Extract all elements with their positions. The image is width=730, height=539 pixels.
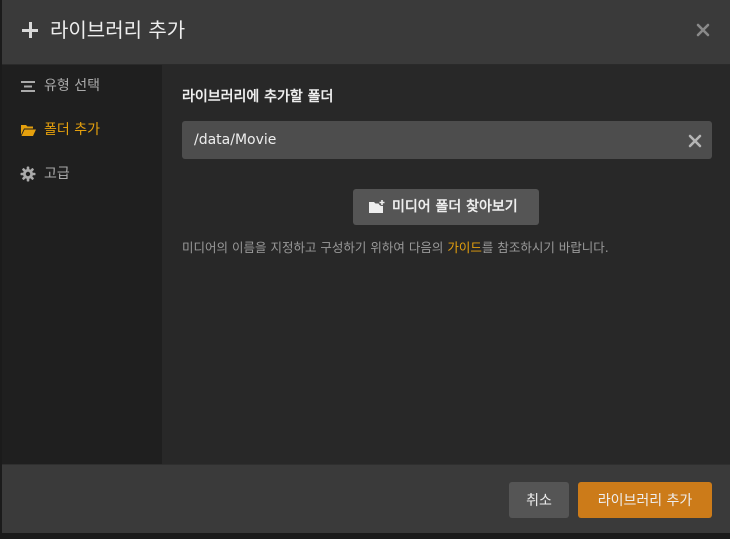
dialog-header: 라이브러리 추가 [2,0,730,65]
list-icon [20,78,36,94]
gear-icon [20,166,36,182]
browse-button-label: 미디어 폴더 찾아보기 [392,199,518,215]
folder-section-label: 라이브러리에 추가할 폴더 [182,89,334,105]
sidebar-item-advanced[interactable]: 고급 [2,159,162,189]
sidebar-item-label: 유형 선택 [44,78,100,94]
help-text-after: 를 참조하시기 바랍니다. [481,240,609,255]
sidebar-item-label: 폴더 추가 [44,122,100,138]
main-content: 라이브러리에 추가할 폴더 미디어 폴더 찾아보기 미디어의 이름을 지정하고 … [162,65,730,464]
sidebar-item-add-folder[interactable]: 폴더 추가 [2,115,162,145]
help-text-before: 미디어의 이름을 지정하고 구성하기 위하여 다음의 [182,240,448,255]
sidebar: 유형 선택 폴더 추가 고급 [2,65,162,464]
folder-path-field [182,121,712,159]
guide-link[interactable]: 가이드 [447,240,482,255]
add-library-button[interactable]: 라이브러리 추가 [578,482,712,518]
help-text: 미디어의 이름을 지정하고 구성하기 위하여 다음의 가이드를 참조하시기 바랍… [182,239,609,257]
dialog-title: 라이브러리 추가 [50,18,186,42]
folder-path-input[interactable] [182,121,672,159]
cancel-button[interactable]: 취소 [509,482,569,518]
clear-icon[interactable] [688,133,702,148]
close-icon[interactable] [696,22,710,37]
sidebar-item-select-type[interactable]: 유형 선택 [2,71,162,101]
browse-media-folder-button[interactable]: 미디어 폴더 찾아보기 [353,189,539,225]
add-library-dialog: 라이브러리 추가 유형 선택 폴더 추가 고급 라이브러리에 추가할 폴더 /d… [2,0,730,533]
folder-add-icon [368,199,386,215]
plus-icon [22,22,38,38]
sidebar-item-label: 고급 [44,166,70,182]
folder-open-icon [20,122,36,138]
dialog-footer: 취소 라이브러리 추가 [2,464,730,533]
